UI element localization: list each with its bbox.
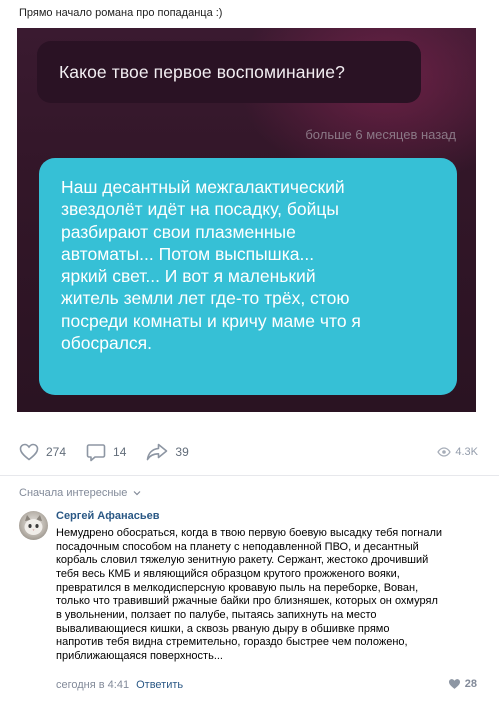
views-count: 4.3K <box>455 446 478 458</box>
comment-meta: сегодня в 4:41 Ответить <box>56 679 183 691</box>
shares-count: 39 <box>175 445 189 459</box>
divider <box>0 475 499 476</box>
like-button[interactable]: 274 <box>19 443 66 461</box>
question-bubble: Какое твое первое воспоминание? <box>37 41 421 103</box>
comments-count: 14 <box>113 445 127 459</box>
views-counter: 4.3K <box>437 446 478 458</box>
share-icon <box>147 443 168 461</box>
post-caption: Прямо начало романа про попаданца :) <box>19 7 223 19</box>
comment-time[interactable]: сегодня в 4:41 <box>56 679 129 691</box>
comment-author[interactable]: Сергей Афанасьев <box>56 510 160 522</box>
chevron-down-icon <box>134 491 141 496</box>
sort-label: Сначала интересные <box>19 487 128 499</box>
comment-button[interactable]: 14 <box>86 443 126 462</box>
comment-like-button[interactable]: 28 <box>448 678 477 690</box>
cat-avatar-icon <box>24 515 43 535</box>
heart-icon <box>19 443 39 461</box>
avatar[interactable] <box>19 511 48 540</box>
reply-button[interactable]: Ответить <box>136 679 183 691</box>
comments-sort-dropdown[interactable]: Сначала интересные <box>19 487 141 499</box>
post-image[interactable]: Какое твое первое воспоминание? больше 6… <box>17 28 476 412</box>
eye-icon <box>437 447 452 457</box>
comment-likes-count: 28 <box>464 678 477 690</box>
answer-bubble: Наш десантный межгалактический звездолёт… <box>39 158 457 395</box>
time-ago-label: больше 6 месяцев назад <box>305 127 456 142</box>
like-heart-icon <box>448 679 460 689</box>
likes-count: 274 <box>46 445 67 459</box>
comment-icon <box>86 443 106 461</box>
post-actions-bar: 274 14 39 4.3K <box>19 440 478 464</box>
question-text: Какое твое первое воспоминание? <box>59 61 345 82</box>
comment-text: Немудрено обосраться, когда в твою перву… <box>56 527 443 662</box>
share-button[interactable]: 39 <box>146 443 189 461</box>
